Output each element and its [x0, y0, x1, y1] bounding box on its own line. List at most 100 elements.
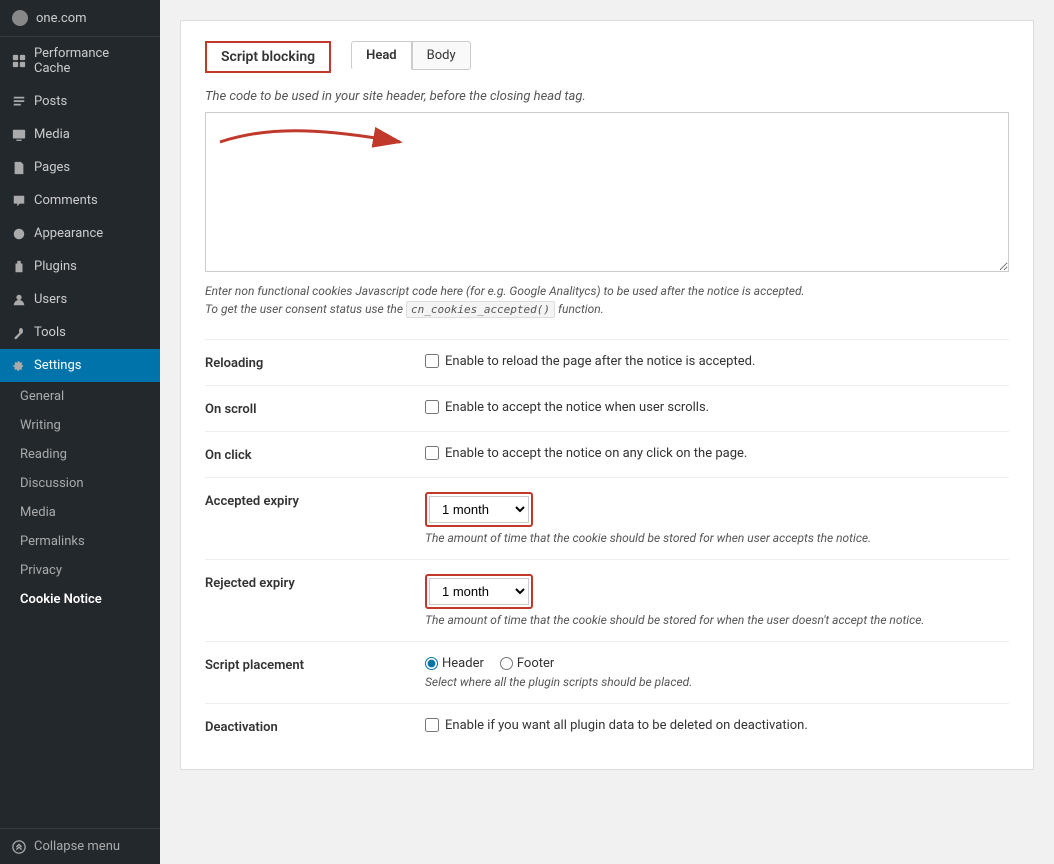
radio-header[interactable]: [425, 657, 438, 670]
setting-accepted-expiry: Accepted expiry 1 month 2 months 3 month…: [205, 477, 1009, 559]
radio-footer-label[interactable]: Footer: [500, 656, 554, 671]
control-script-placement: Header Footer Select where all the plugi…: [425, 656, 1009, 689]
main-content: Script blocking Head Body The code to be…: [160, 0, 1054, 864]
sidebar-label-appearance: Appearance: [34, 226, 103, 241]
checkbox-reloading[interactable]: [425, 354, 439, 368]
rejected-expiry-select[interactable]: 1 month 2 months 3 months 6 months 1 yea…: [429, 578, 529, 605]
checkbox-on-click[interactable]: [425, 446, 439, 460]
checkbox-reloading-label[interactable]: Enable to reload the page after the noti…: [425, 354, 1009, 369]
users-icon: [12, 293, 26, 307]
label-rejected-expiry: Rejected expiry: [205, 574, 405, 591]
sidebar: one.com Performance Cache Posts Media Pa…: [0, 0, 160, 864]
pages-icon: [12, 161, 26, 175]
sidebar-sub-privacy[interactable]: Privacy: [0, 556, 160, 585]
sidebar-item-performance-cache[interactable]: Performance Cache: [0, 37, 160, 85]
setting-reloading: Reloading Enable to reload the page afte…: [205, 339, 1009, 385]
setting-on-click: On click Enable to accept the notice on …: [205, 431, 1009, 477]
sidebar-item-users[interactable]: Users: [0, 283, 160, 316]
label-reloading: Reloading: [205, 354, 405, 371]
setting-script-placement: Script placement Header Footer Select wh…: [205, 641, 1009, 703]
sidebar-item-posts[interactable]: Posts: [0, 85, 160, 118]
sidebar-item-appearance[interactable]: Appearance: [0, 217, 160, 250]
label-deactivation: Deactivation: [205, 718, 405, 735]
sidebar-item-media[interactable]: Media: [0, 118, 160, 151]
sidebar-label-comments: Comments: [34, 193, 98, 208]
logo-icon: [12, 10, 28, 26]
script-blocking-badge: Script blocking: [205, 41, 331, 73]
collapse-label: Collapse menu: [34, 839, 120, 854]
collapse-icon: [12, 840, 26, 854]
control-on-scroll: Enable to accept the notice when user sc…: [425, 400, 1009, 415]
control-rejected-expiry: 1 month 2 months 3 months 6 months 1 yea…: [425, 574, 1009, 627]
sidebar-label-posts: Posts: [34, 94, 67, 109]
setting-rejected-expiry: Rejected expiry 1 month 2 months 3 month…: [205, 559, 1009, 641]
control-reloading: Enable to reload the page after the noti…: [425, 354, 1009, 369]
checkbox-on-click-label[interactable]: Enable to accept the notice on any click…: [425, 446, 1009, 461]
radio-footer-text: Footer: [517, 656, 554, 671]
setting-deactivation: Deactivation Enable if you want all plug…: [205, 703, 1009, 749]
arrow-container: [205, 112, 1009, 276]
settings-section: Reloading Enable to reload the page afte…: [205, 339, 1009, 749]
sidebar-label-media: Media: [34, 127, 70, 142]
site-name: one.com: [36, 11, 87, 26]
label-accepted-expiry: Accepted expiry: [205, 492, 405, 509]
sidebar-sub-discussion[interactable]: Discussion: [0, 469, 160, 498]
sidebar-sub-reading[interactable]: Reading: [0, 440, 160, 469]
grid-icon: [12, 54, 26, 68]
sidebar-item-settings[interactable]: Settings: [0, 349, 160, 382]
radio-group-placement: Header Footer: [425, 656, 1009, 671]
accepted-expiry-wrapper: 1 month 2 months 3 months 6 months 1 yea…: [425, 492, 533, 527]
red-arrow: [215, 122, 415, 162]
sidebar-item-comments[interactable]: Comments: [0, 184, 160, 217]
sidebar-label-performance-cache: Performance Cache: [34, 46, 148, 76]
comments-icon: [12, 194, 26, 208]
hint-rejected-expiry: The amount of time that the cookie shoul…: [425, 613, 1009, 627]
accepted-expiry-select[interactable]: 1 month 2 months 3 months 6 months 1 yea…: [429, 496, 529, 523]
sidebar-item-plugins[interactable]: Plugins: [0, 250, 160, 283]
hint-accepted-expiry: The amount of time that the cookie shoul…: [425, 531, 1009, 545]
sidebar-label-plugins: Plugins: [34, 259, 77, 274]
site-logo[interactable]: one.com: [0, 0, 160, 37]
tools-icon: [12, 326, 26, 340]
radio-header-label[interactable]: Header: [425, 656, 484, 671]
sidebar-sub-writing[interactable]: Writing: [0, 411, 160, 440]
sidebar-sub-general[interactable]: General: [0, 382, 160, 411]
section-header: Script blocking Head Body: [205, 41, 1009, 73]
code-section: The code to be used in your site header,…: [205, 89, 1009, 319]
label-on-click: On click: [205, 446, 405, 463]
tab-body[interactable]: Body: [412, 41, 471, 70]
checkbox-deactivation-label[interactable]: Enable if you want all plugin data to be…: [425, 718, 1009, 733]
radio-footer[interactable]: [500, 657, 513, 670]
tabs-container: Head Body: [351, 41, 471, 70]
control-accepted-expiry: 1 month 2 months 3 months 6 months 1 yea…: [425, 492, 1009, 545]
tabs: Head Body: [351, 41, 471, 70]
checkbox-on-scroll[interactable]: [425, 400, 439, 414]
media-icon: [12, 128, 26, 142]
posts-icon: [12, 95, 26, 109]
hint-script-placement: Select where all the plugin scripts shou…: [425, 675, 1009, 689]
sidebar-item-tools[interactable]: Tools: [0, 316, 160, 349]
code-hint: Enter non functional cookies Javascript …: [205, 282, 1009, 319]
rejected-expiry-wrapper: 1 month 2 months 3 months 6 months 1 yea…: [425, 574, 533, 609]
code-function: cn_cookies_accepted(): [406, 301, 555, 318]
section-title: Script blocking: [221, 49, 315, 65]
sidebar-sub-cookie-notice[interactable]: Cookie Notice: [0, 585, 160, 614]
code-description: The code to be used in your site header,…: [205, 89, 1009, 104]
settings-icon: [12, 359, 26, 373]
sidebar-label-users: Users: [34, 292, 67, 307]
collapse-menu[interactable]: Collapse menu: [0, 828, 160, 864]
checkbox-deactivation[interactable]: [425, 718, 439, 732]
radio-header-text: Header: [442, 656, 484, 671]
sidebar-sub-media[interactable]: Media: [0, 498, 160, 527]
sidebar-item-pages[interactable]: Pages: [0, 151, 160, 184]
tab-head[interactable]: Head: [351, 41, 412, 70]
sidebar-label-tools: Tools: [34, 325, 66, 340]
appearance-icon: [12, 227, 26, 241]
sidebar-submenu: General Writing Reading Discussion Media…: [0, 382, 160, 614]
content-wrapper: Script blocking Head Body The code to be…: [180, 20, 1034, 770]
sidebar-sub-permalinks[interactable]: Permalinks: [0, 527, 160, 556]
control-on-click: Enable to accept the notice on any click…: [425, 446, 1009, 461]
checkbox-on-scroll-label[interactable]: Enable to accept the notice when user sc…: [425, 400, 1009, 415]
label-script-placement: Script placement: [205, 656, 405, 673]
plugins-icon: [12, 260, 26, 274]
